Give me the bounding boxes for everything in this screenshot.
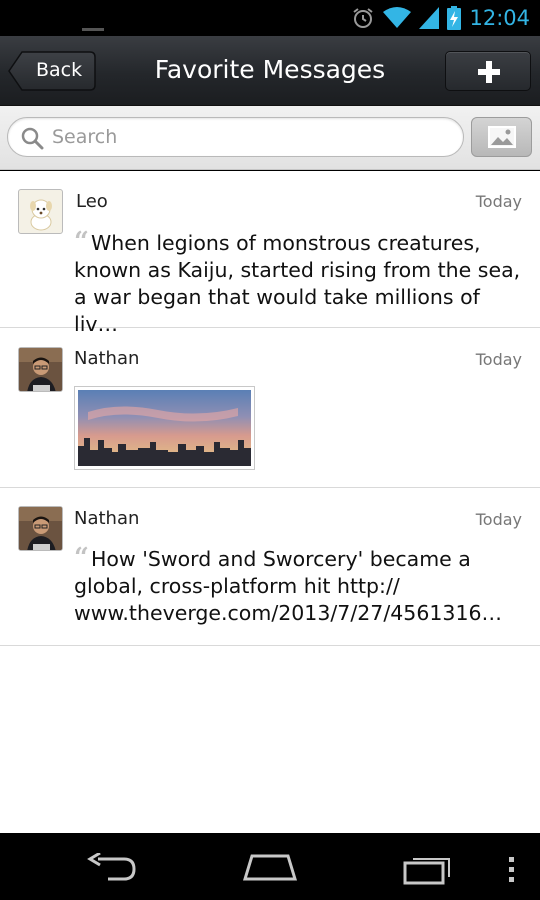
wifi-icon [383, 7, 412, 28]
sender-name: Nathan [74, 348, 140, 369]
search-input[interactable] [52, 122, 452, 152]
avatar [18, 347, 63, 392]
notification-indicator [82, 28, 104, 31]
message-date: Today [475, 510, 522, 529]
clock: 12:04 [469, 6, 530, 30]
home-nav-icon[interactable] [242, 853, 298, 881]
recent-apps-icon[interactable] [403, 853, 455, 885]
search-field[interactable] [7, 117, 464, 157]
signal-icon [419, 7, 440, 29]
navigation-bar [0, 833, 540, 900]
message-text: “How 'Sword and Sworcery' became a globa… [74, 543, 503, 626]
message-date: Today [475, 350, 522, 369]
add-button[interactable] [445, 51, 531, 91]
title-bar: Back Favorite Messages [0, 36, 540, 106]
favorites-list: Leo Today “When legions of monstrous cre… [0, 171, 540, 833]
avatar [18, 506, 63, 551]
quote-icon: “ [74, 543, 89, 573]
list-item[interactable]: Nathan Today [0, 328, 540, 488]
list-item[interactable]: Leo Today “When legions of monstrous cre… [0, 171, 540, 336]
message-text: “When legions of monstrous creatures, kn… [74, 227, 521, 337]
quote-icon: “ [74, 227, 89, 257]
status-bar: 12:04 [0, 0, 540, 36]
battery-charging-icon [447, 6, 462, 30]
search-icon [21, 127, 44, 150]
search-bar [0, 106, 540, 170]
message-date: Today [475, 192, 522, 211]
alarm-icon [353, 8, 374, 28]
list-item[interactable]: Nathan Today “How 'Sword and Sworcery' b… [0, 488, 540, 646]
image-filter-button[interactable] [471, 117, 532, 157]
avatar [18, 189, 63, 234]
image-attachment[interactable] [74, 386, 255, 470]
sender-name: Leo [76, 191, 108, 212]
sender-name: Nathan [74, 508, 140, 529]
back-nav-icon[interactable] [86, 853, 138, 883]
overflow-menu-icon[interactable] [508, 857, 516, 883]
image-icon [488, 126, 516, 148]
